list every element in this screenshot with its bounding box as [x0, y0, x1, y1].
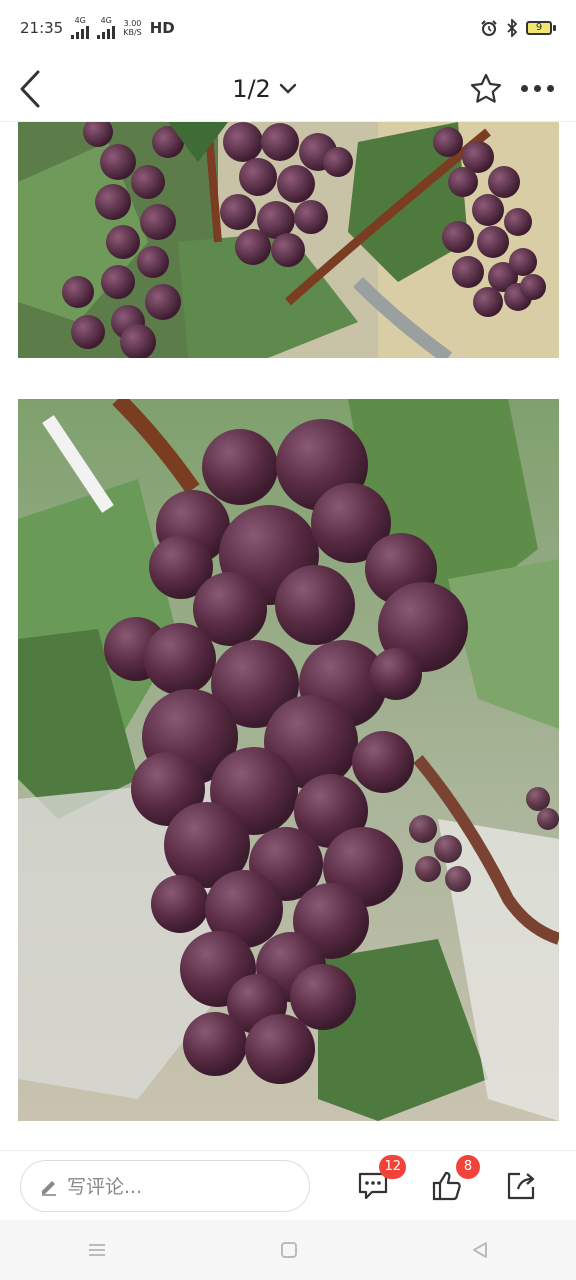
- share-icon: [507, 1172, 535, 1200]
- status-bar-left: 21:35 4G 4G 3.00 KB/S HD: [20, 17, 175, 39]
- back-triangle-icon[interactable]: [471, 1241, 489, 1259]
- status-bar-right: 9: [480, 19, 556, 37]
- page-selector[interactable]: 1/2: [232, 75, 297, 103]
- comment-input[interactable]: 写评论...: [20, 1159, 310, 1212]
- action-icons: 12 8: [356, 1151, 538, 1221]
- bluetooth-icon: [507, 19, 518, 37]
- battery-icon: 9: [526, 21, 556, 35]
- net-speed-unit: KB/S: [123, 28, 142, 37]
- like-button[interactable]: 8: [430, 1155, 480, 1203]
- comment-button[interactable]: 12: [356, 1155, 406, 1203]
- comment-count-badge: 12: [379, 1155, 406, 1179]
- signal-bars-2-icon: [97, 25, 116, 39]
- bottom-action-bar: 写评论... 12 8: [0, 1150, 576, 1220]
- menu-icon[interactable]: [87, 1242, 107, 1258]
- article-content: [0, 122, 576, 1150]
- star-icon[interactable]: [469, 72, 503, 106]
- battery-level: 9: [526, 21, 552, 35]
- nav-actions: [469, 72, 576, 106]
- clock: 21:35: [20, 19, 64, 37]
- grape-photo-2[interactable]: [18, 399, 559, 1121]
- share-button[interactable]: [504, 1169, 538, 1203]
- signal-bars-1-icon: [71, 25, 90, 39]
- top-navigation-bar: 1/2: [0, 56, 576, 122]
- grape-photo-1[interactable]: [18, 122, 559, 358]
- net-speed: 3.00 KB/S: [123, 19, 142, 37]
- network-type-1: 4G: [74, 16, 86, 25]
- alarm-icon: [481, 20, 497, 36]
- page-indicator: 1/2: [232, 74, 271, 103]
- net-speed-value: 3.00: [123, 19, 142, 28]
- network-type-2: 4G: [100, 16, 112, 25]
- back-button[interactable]: [0, 56, 60, 122]
- system-navigation-bar: [0, 1220, 576, 1280]
- home-icon[interactable]: [280, 1241, 298, 1259]
- hd-badge: HD: [149, 19, 175, 37]
- chevron-down-icon: [279, 83, 297, 94]
- grape-cluster-image: [18, 399, 559, 1121]
- grape-vines-image: [18, 122, 559, 358]
- pencil-icon: [42, 1180, 56, 1196]
- signal-1: 4G: [71, 16, 90, 39]
- status-bar: 21:35 4G 4G 3.00 KB/S HD 9: [0, 0, 576, 56]
- more-icon[interactable]: [517, 85, 558, 92]
- like-count-badge: 8: [456, 1155, 480, 1179]
- comment-placeholder: 写评论...: [67, 1176, 143, 1198]
- signal-2: 4G: [97, 16, 116, 39]
- back-icon: [20, 70, 40, 107]
